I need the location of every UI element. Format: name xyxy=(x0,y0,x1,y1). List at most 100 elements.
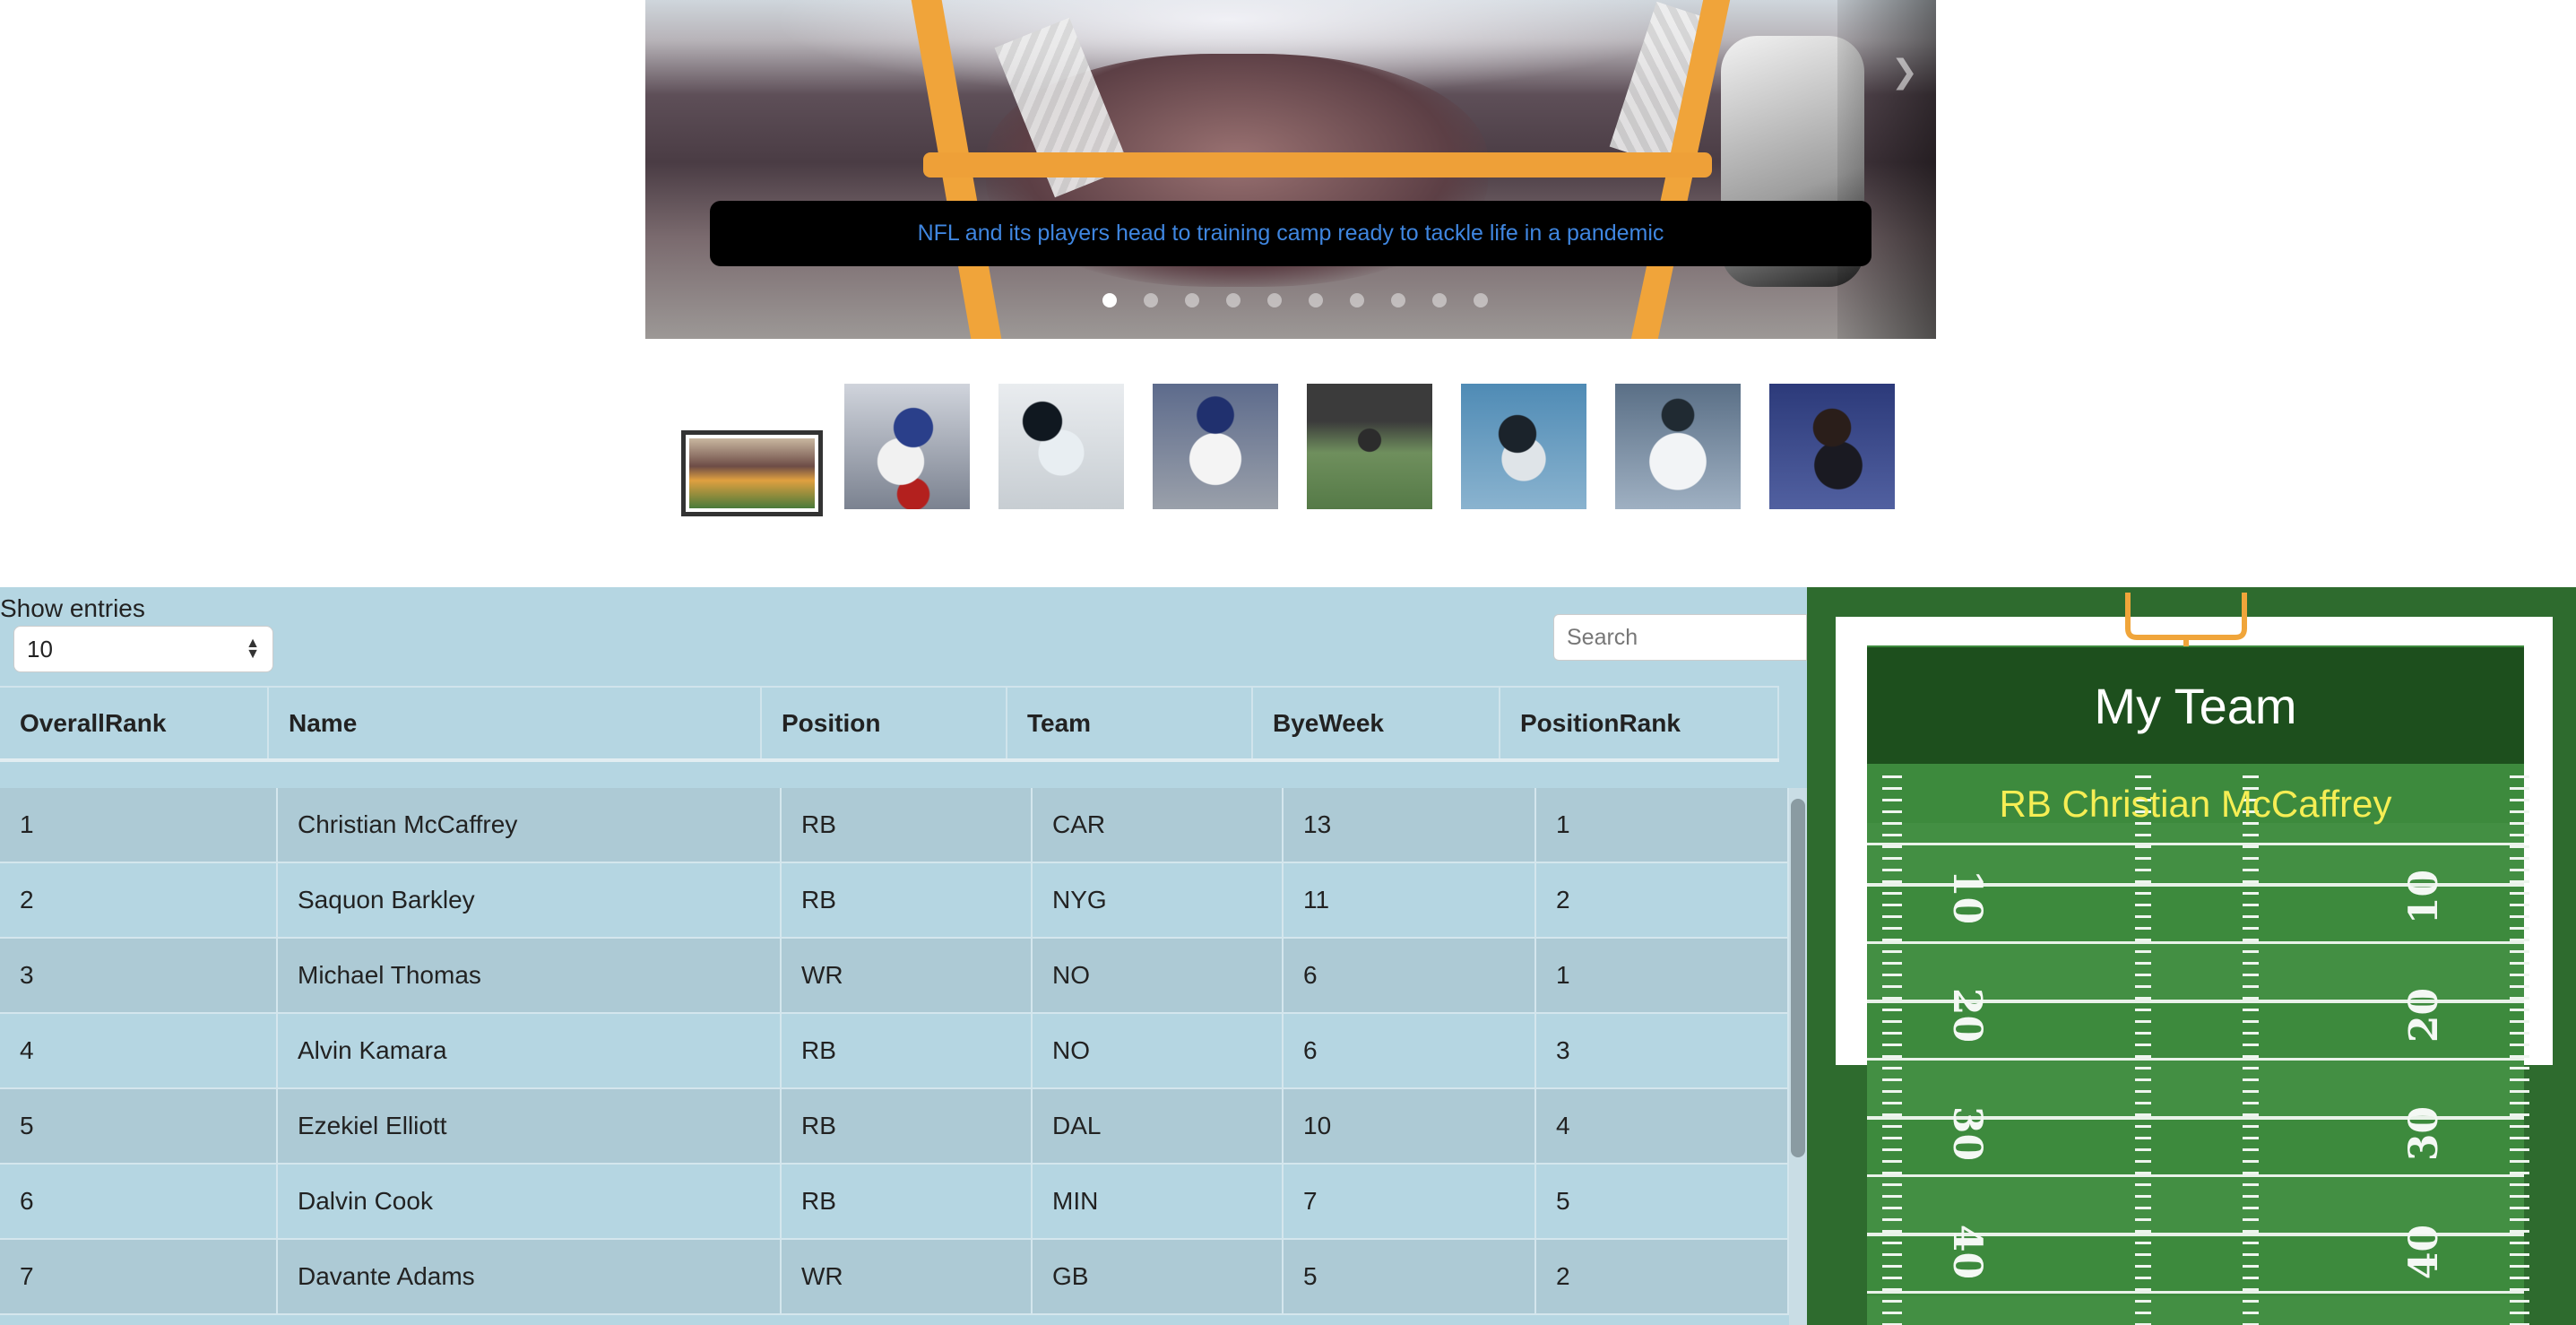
column-header-positionrank[interactable]: PositionRank xyxy=(1500,688,1779,758)
column-header-team[interactable]: Team xyxy=(1007,688,1253,758)
yard-line xyxy=(1867,1174,2524,1177)
cell-team: MIN xyxy=(1033,1165,1284,1238)
cell-position: RB xyxy=(782,863,1033,937)
yard-number: 30 xyxy=(1944,1105,1991,1162)
my-team-title: My Team xyxy=(1867,647,2524,764)
thumbnail-giants-runner-2[interactable] xyxy=(1153,384,1278,509)
yard-line xyxy=(1867,1291,2524,1294)
search-placeholder: Search xyxy=(1567,624,1638,650)
table-row[interactable]: 2 Saquon Barkley RB NYG 11 2 xyxy=(0,863,1789,939)
hash-marks xyxy=(1882,775,1902,1325)
carousel-indicators xyxy=(645,293,1936,307)
thumbnail-panthers-runner-1[interactable] xyxy=(998,384,1124,509)
carousel-indicator[interactable] xyxy=(1309,293,1323,307)
cell-name: Davante Adams xyxy=(278,1240,782,1313)
cell-position: WR xyxy=(782,939,1033,1012)
cell-name: Saquon Barkley xyxy=(278,863,782,937)
thumbnail-runner-field[interactable] xyxy=(1307,384,1432,509)
carousel-indicator[interactable] xyxy=(1144,293,1158,307)
cell-byeweek: 13 xyxy=(1284,788,1536,862)
cell-name: Ezekiel Elliott xyxy=(278,1089,782,1163)
cell-positionrank: 2 xyxy=(1536,863,1789,937)
carousel-indicator[interactable] xyxy=(1267,293,1282,307)
table-row[interactable]: 4 Alvin Kamara RB NO 6 3 xyxy=(0,1014,1789,1089)
table-body: 1 Christian McCaffrey RB CAR 13 1 2 Saquon Bark… xyxy=(0,788,1789,1315)
thumbnail-giants-runner-1[interactable] xyxy=(844,384,970,509)
carousel-indicator[interactable] xyxy=(1391,293,1405,307)
cell-positionrank: 2 xyxy=(1536,1240,1789,1313)
table-header: OverallRank Name Position Team ByeWeek P… xyxy=(0,686,1779,762)
thumbnail-helmet[interactable] xyxy=(681,430,823,516)
carousel-indicator[interactable] xyxy=(1102,293,1117,307)
cell-positionrank: 1 xyxy=(1536,939,1789,1012)
carousel-indicator[interactable] xyxy=(1350,293,1364,307)
yard-line xyxy=(1867,1058,2524,1061)
cell-overallrank: 6 xyxy=(0,1165,278,1238)
my-team-panel: 10 10 20 20 30 30 40 40 My Team RB Christian McCa… xyxy=(1807,587,2576,1325)
entries-value: 10 xyxy=(27,635,53,662)
cell-overallrank: 1 xyxy=(0,788,278,862)
cell-position: RB xyxy=(782,788,1033,862)
carousel-indicator[interactable] xyxy=(1185,293,1199,307)
cell-positionrank: 3 xyxy=(1536,1014,1789,1087)
yard-line xyxy=(1867,941,2524,944)
cell-overallrank: 3 xyxy=(0,939,278,1012)
column-header-position[interactable]: Position xyxy=(762,688,1007,758)
carousel-caption[interactable]: NFL and its players head to training cam… xyxy=(710,201,1871,266)
column-header-name[interactable]: Name xyxy=(269,688,762,758)
carousel-indicator[interactable] xyxy=(1226,293,1240,307)
search-input[interactable]: Search xyxy=(1553,614,1807,661)
cell-byeweek: 7 xyxy=(1284,1165,1536,1238)
yard-number: 20 xyxy=(2401,987,2448,1044)
cell-team: NO xyxy=(1033,939,1284,1012)
hero-carousel[interactable]: ❯ NFL and its players head to training c… xyxy=(645,0,1936,339)
cell-byeweek: 10 xyxy=(1284,1089,1536,1163)
cell-positionrank: 5 xyxy=(1536,1165,1789,1238)
yard-number: 20 xyxy=(1944,987,1991,1044)
column-header-byeweek[interactable]: ByeWeek xyxy=(1253,688,1500,758)
table-row[interactable]: 3 Michael Thomas WR NO 6 1 xyxy=(0,939,1789,1014)
thumbnail-receiver-catch[interactable] xyxy=(1769,384,1895,509)
column-header-overallrank[interactable]: OverallRank xyxy=(0,688,269,758)
cell-position: RB xyxy=(782,1014,1033,1087)
cell-byeweek: 5 xyxy=(1284,1240,1536,1313)
cell-overallrank: 4 xyxy=(0,1014,278,1087)
roster-player[interactable]: RB Christian McCaffrey xyxy=(1867,783,2524,826)
cell-positionrank: 1 xyxy=(1536,788,1789,862)
hash-marks xyxy=(2243,775,2259,1325)
carousel-caption-text[interactable]: NFL and its players head to training cam… xyxy=(918,221,1664,247)
cell-team: DAL xyxy=(1033,1089,1284,1163)
entries-select[interactable]: 10 ▲ ▼ xyxy=(13,626,273,672)
table-row[interactable]: 5 Ezekiel Elliott RB DAL 10 4 xyxy=(0,1089,1789,1165)
yard-number: 40 xyxy=(2401,1224,2448,1280)
cell-position: RB xyxy=(782,1089,1033,1163)
table-row[interactable]: 1 Christian McCaffrey RB CAR 13 1 xyxy=(0,788,1789,863)
cell-team: NO xyxy=(1033,1014,1284,1087)
yard-line xyxy=(1867,843,2524,845)
roster-list: RB Christian McCaffrey xyxy=(1867,783,2524,826)
table-row[interactable]: 6 Dalvin Cook RB MIN 7 5 xyxy=(0,1165,1789,1240)
cell-team: GB xyxy=(1033,1240,1284,1313)
cell-team: CAR xyxy=(1033,788,1284,862)
cell-name: Dalvin Cook xyxy=(278,1165,782,1238)
table-scrollbar[interactable] xyxy=(1789,788,1807,1325)
rankings-table-panel: Show entries 10 ▲ ▼ Search OverallRank Na… xyxy=(0,587,1807,1325)
thumbnail-panthers-runner-3[interactable] xyxy=(1615,384,1741,509)
carousel-indicator[interactable] xyxy=(1432,293,1447,307)
thumbnail-panthers-runner-2[interactable] xyxy=(1461,384,1586,509)
cell-byeweek: 11 xyxy=(1284,863,1536,937)
image-shadow xyxy=(1837,0,1936,339)
cell-byeweek: 6 xyxy=(1284,1014,1536,1087)
table-row[interactable]: 7 Davante Adams WR GB 5 2 xyxy=(0,1240,1789,1315)
facemask-bar-image xyxy=(923,152,1712,178)
cell-name: Alvin Kamara xyxy=(278,1014,782,1087)
cell-team: NYG xyxy=(1033,863,1284,937)
cell-overallrank: 7 xyxy=(0,1240,278,1313)
carousel-indicator[interactable] xyxy=(1474,293,1488,307)
yard-number: 10 xyxy=(1944,869,1991,925)
chevron-right-icon[interactable]: ❯ xyxy=(1891,56,1918,88)
cell-overallrank: 2 xyxy=(0,863,278,937)
goalpost-icon xyxy=(2125,593,2247,646)
scrollbar-thumb[interactable] xyxy=(1791,799,1805,1157)
cell-position: RB xyxy=(782,1165,1033,1238)
